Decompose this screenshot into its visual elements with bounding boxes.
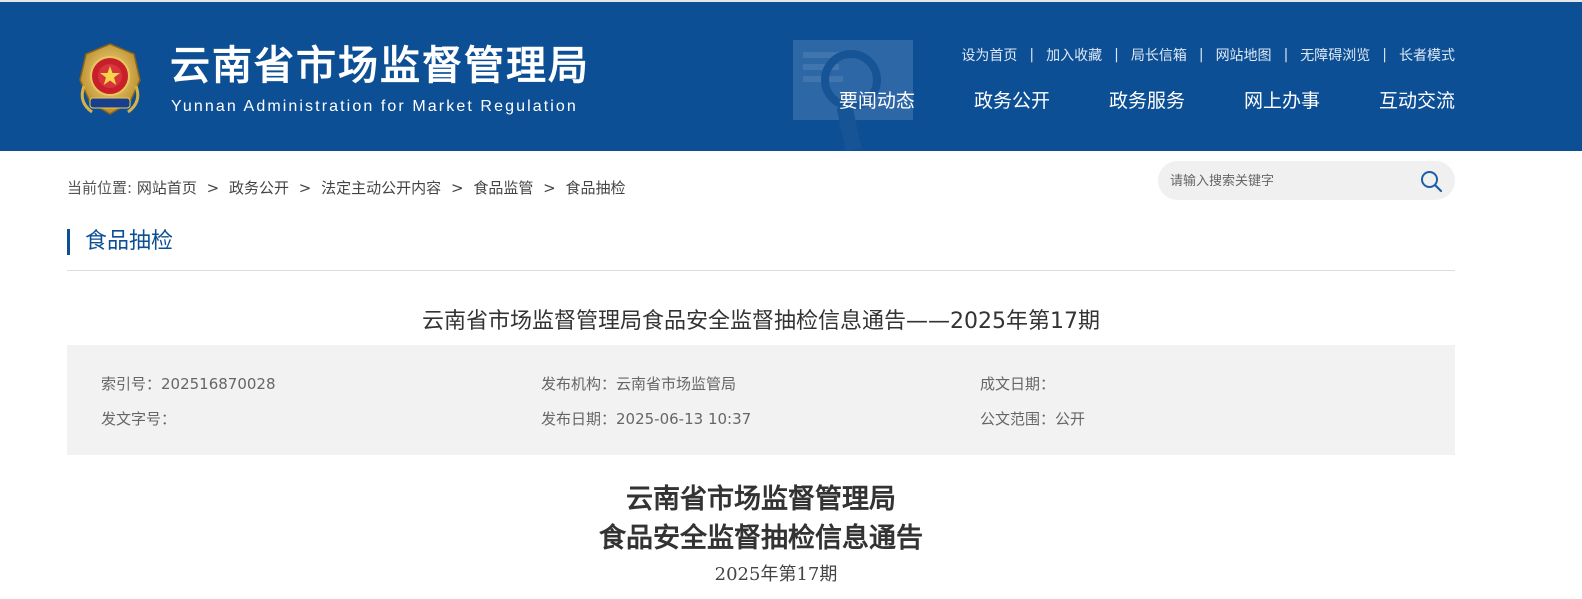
document-title-line2: 食品安全监督抽检信息通告 <box>599 523 923 554</box>
site-subtitle: Yunnan Administration for Market Regulat… <box>171 98 578 115</box>
top-link-bookmark[interactable]: 加入收藏 <box>1046 45 1102 65</box>
top-link-sitemap[interactable]: 网站地图 <box>1216 45 1272 65</box>
breadcrumb-item-statutory-disclosure[interactable]: 法定主动公开内容 <box>321 179 441 197</box>
site-title: 云南省市场监督管理局 <box>170 43 590 89</box>
top-links: 设为首页 | 加入收藏 | 局长信箱 | 网站地图 | 无障碍浏览 | 长者模式 <box>961 45 1455 65</box>
meta-scope: 公文范围：公开 <box>980 410 1086 428</box>
breadcrumb-item-food-sampling[interactable]: 食品抽检 <box>565 179 625 197</box>
national-emblem-icon[interactable] <box>74 42 146 118</box>
breadcrumb-separator: > <box>206 179 220 197</box>
nav-item-government-services[interactable]: 政务服务 <box>1109 86 1185 113</box>
top-link-separator: | <box>1283 47 1289 63</box>
breadcrumb-separator: > <box>450 179 464 197</box>
search-icon[interactable] <box>1419 169 1443 193</box>
top-link-separator: | <box>1382 47 1387 63</box>
article-title: 云南省市场监督管理局食品安全监督抽检信息通告——2025年第17期 <box>422 309 1100 334</box>
top-link-separator: | <box>1114 47 1119 63</box>
meta-publish-date: 发布日期：2025-06-13 10:37 <box>541 410 752 428</box>
nav-item-news[interactable]: 要闻动态 <box>839 86 915 113</box>
search-input[interactable] <box>1170 170 1410 192</box>
nav-item-interaction[interactable]: 互动交流 <box>1379 86 1455 113</box>
breadcrumb-separator: > <box>543 179 556 197</box>
section-divider <box>67 270 1455 271</box>
breadcrumb-item-home[interactable]: 网站首页 <box>137 179 197 197</box>
nav-item-online-services[interactable]: 网上办事 <box>1244 86 1320 113</box>
search-box <box>1158 161 1455 200</box>
top-link-set-homepage[interactable]: 设为首页 <box>961 45 1017 65</box>
breadcrumb-item-food-supervision[interactable]: 食品监管 <box>473 179 533 197</box>
section-heading: 食品抽检 <box>67 229 173 255</box>
nav-item-government-affairs[interactable]: 政务公开 <box>974 86 1050 113</box>
breadcrumb-prefix: 当前位置: <box>67 179 133 197</box>
article-meta-panel: 索引号：202516870028 发布机构：云南省市场监管局 成文日期： 发文字… <box>67 345 1455 455</box>
meta-publisher: 发布机构：云南省市场监管局 <box>541 375 737 393</box>
top-link-accessibility[interactable]: 无障碍浏览 <box>1300 45 1370 65</box>
site-header: 云南省市场监督管理局 Yunnan Administration for Mar… <box>0 0 1582 152</box>
breadcrumb-item-government-affairs[interactable]: 政务公开 <box>229 179 289 197</box>
breadcrumb-separator: > <box>298 179 312 197</box>
top-link-director-mailbox[interactable]: 局长信箱 <box>1131 45 1187 65</box>
meta-index-no: 索引号：202516870028 <box>101 375 276 393</box>
main-nav: 要闻动态 政务公开 政务服务 网上办事 互动交流 <box>839 86 1455 113</box>
top-link-elderly-mode[interactable]: 长者模式 <box>1399 45 1455 65</box>
document-issue-number: 2025年第17期 <box>714 564 838 585</box>
meta-doc-no: 发文字号： <box>101 410 177 428</box>
meta-created-date: 成文日期： <box>980 375 1056 393</box>
top-link-separator: | <box>1029 47 1035 63</box>
top-link-separator: | <box>1198 47 1204 63</box>
document-title-line1: 云南省市场监督管理局 <box>626 484 896 515</box>
breadcrumb: 当前位置: 网站首页 > 政务公开 > 法定主动公开内容 > 食品监管 > 食品… <box>67 177 625 198</box>
